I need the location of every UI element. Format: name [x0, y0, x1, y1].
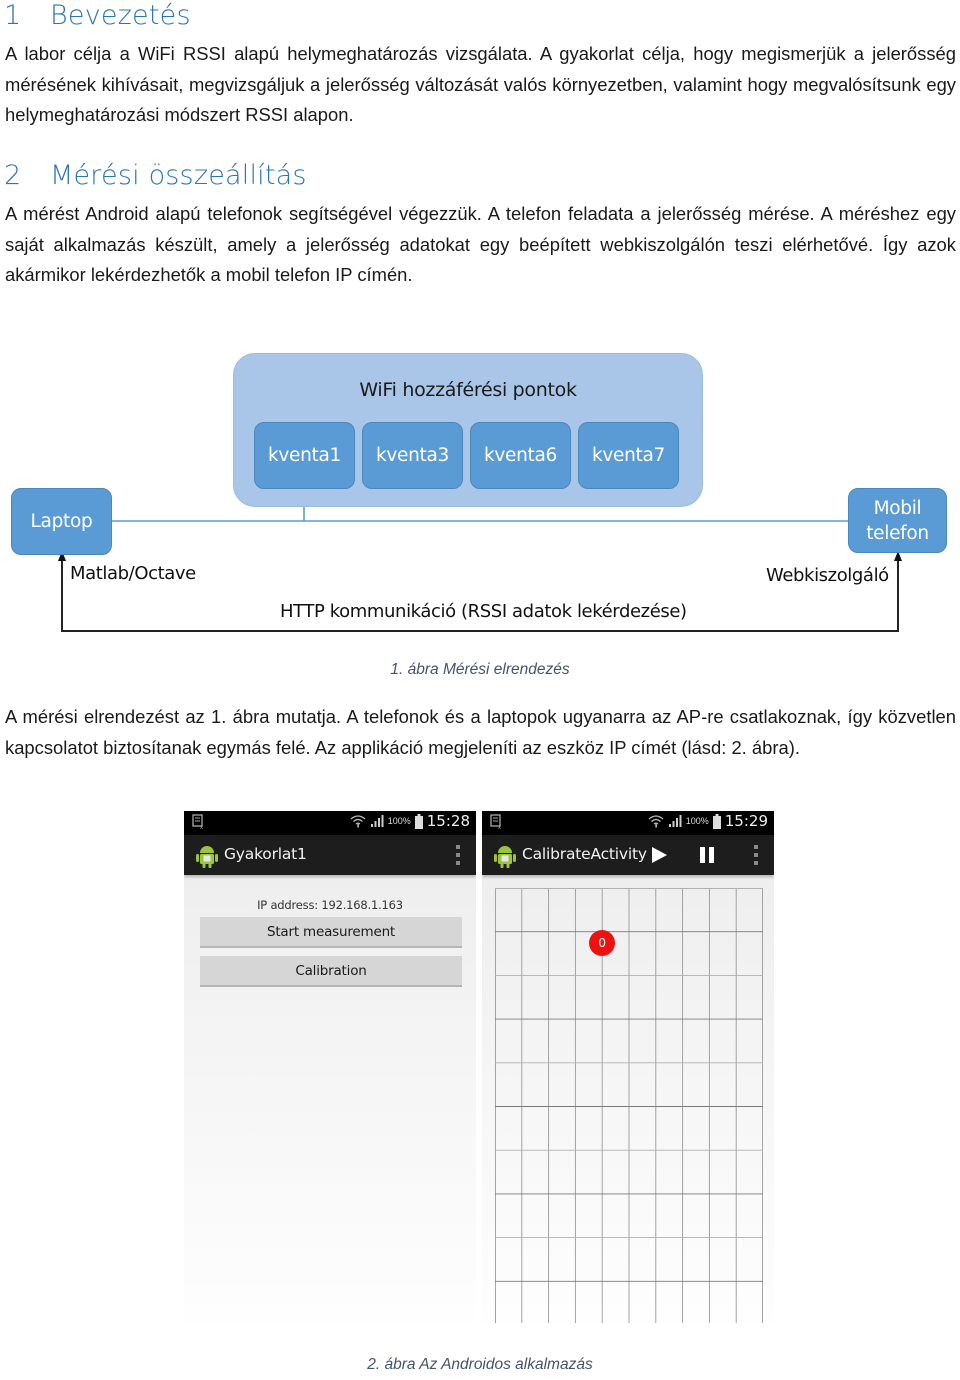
laptop-node: Laptop: [11, 488, 112, 555]
overflow-menu-icon[interactable]: [754, 845, 758, 865]
mobile-phone-node: Mobil telefon: [848, 488, 947, 553]
status-bar: x 100% 15:28: [184, 811, 476, 835]
laptop-software-label: Matlab/Octave: [70, 563, 196, 584]
wifi-icon: [648, 815, 664, 828]
status-bar: x 100% 15:29: [482, 811, 774, 835]
signal-icon: [370, 815, 384, 827]
figure-1-caption: 1. ábra Mérési elrendezés: [390, 661, 570, 678]
calibration-grid[interactable]: 0: [495, 888, 763, 1323]
section-1-heading: 1 Bevezetés: [4, 0, 191, 31]
grid-lines: [495, 888, 763, 1323]
action-bar: CalibrateActivity: [482, 835, 774, 875]
app-title: Gyakorlat1: [224, 845, 307, 863]
http-link-label: HTTP kommunikáció (RSSI adatok lekérdezé…: [280, 601, 687, 622]
ap-node: kventa6: [470, 422, 571, 489]
android-app-icon[interactable]: [494, 842, 516, 868]
battery-icon: [414, 813, 423, 829]
start-measurement-button[interactable]: Start measurement: [200, 917, 462, 948]
calibration-point-marker[interactable]: 0: [589, 929, 616, 956]
ip-address-label: IP address: 192.168.1.163: [257, 898, 403, 912]
phone-screenshot-calibrate: x 100% 15:29 CalibrateActivity 0: [482, 811, 774, 1323]
wifi-icon: [350, 815, 366, 828]
mobile-software-label: Webkiszolgáló: [766, 565, 889, 586]
action-bar: Gyakorlat1: [184, 835, 476, 875]
section-1-paragraph: A labor célja a WiFi RSSI alapú helymegh…: [5, 43, 956, 125]
section-2-paragraph: A mérést Android alapú telefonok segítsé…: [5, 203, 956, 285]
section-title: Bevezetés: [50, 0, 191, 31]
status-time: 15:29: [724, 812, 768, 830]
notification-icon: x: [490, 814, 501, 829]
battery-percent: 100%: [685, 816, 709, 826]
paragraph-3: A mérési elrendezést az 1. ábra mutatja.…: [5, 706, 956, 758]
ap-node: kventa1: [254, 422, 355, 489]
status-time: 15:28: [426, 812, 470, 830]
ap-node: kventa7: [578, 422, 679, 489]
battery-icon: [712, 813, 721, 829]
battery-percent: 100%: [387, 816, 411, 826]
android-app-icon[interactable]: [196, 842, 218, 868]
measurement-setup-diagram: WiFi hozzáférési pontok kventa1 kventa3 …: [0, 345, 960, 645]
notification-icon: x: [192, 814, 203, 829]
overflow-menu-icon[interactable]: [456, 845, 460, 865]
section-number: 1: [4, 0, 22, 31]
figure-2-caption: 2. ábra Az Androidos alkalmazás: [367, 1356, 593, 1373]
calibration-button[interactable]: Calibration: [200, 956, 462, 987]
app-title: CalibrateActivity: [522, 845, 647, 863]
phone-screenshot-main: x 100% 15:28 Gyakorlat1 IP address: 192.…: [184, 811, 476, 1323]
svg-text:x: x: [200, 825, 203, 829]
section-title: Mérési összeállítás: [50, 160, 307, 191]
play-icon[interactable]: [652, 847, 667, 863]
access-point-group-title: WiFi hozzáférési pontok: [359, 379, 577, 401]
signal-icon: [668, 815, 682, 827]
pause-icon[interactable]: [700, 847, 714, 863]
section-2-heading: 2 Mérési összeállítás: [4, 160, 307, 191]
ap-node: kventa3: [362, 422, 463, 489]
svg-text:x: x: [498, 825, 501, 829]
section-number: 2: [4, 160, 22, 191]
